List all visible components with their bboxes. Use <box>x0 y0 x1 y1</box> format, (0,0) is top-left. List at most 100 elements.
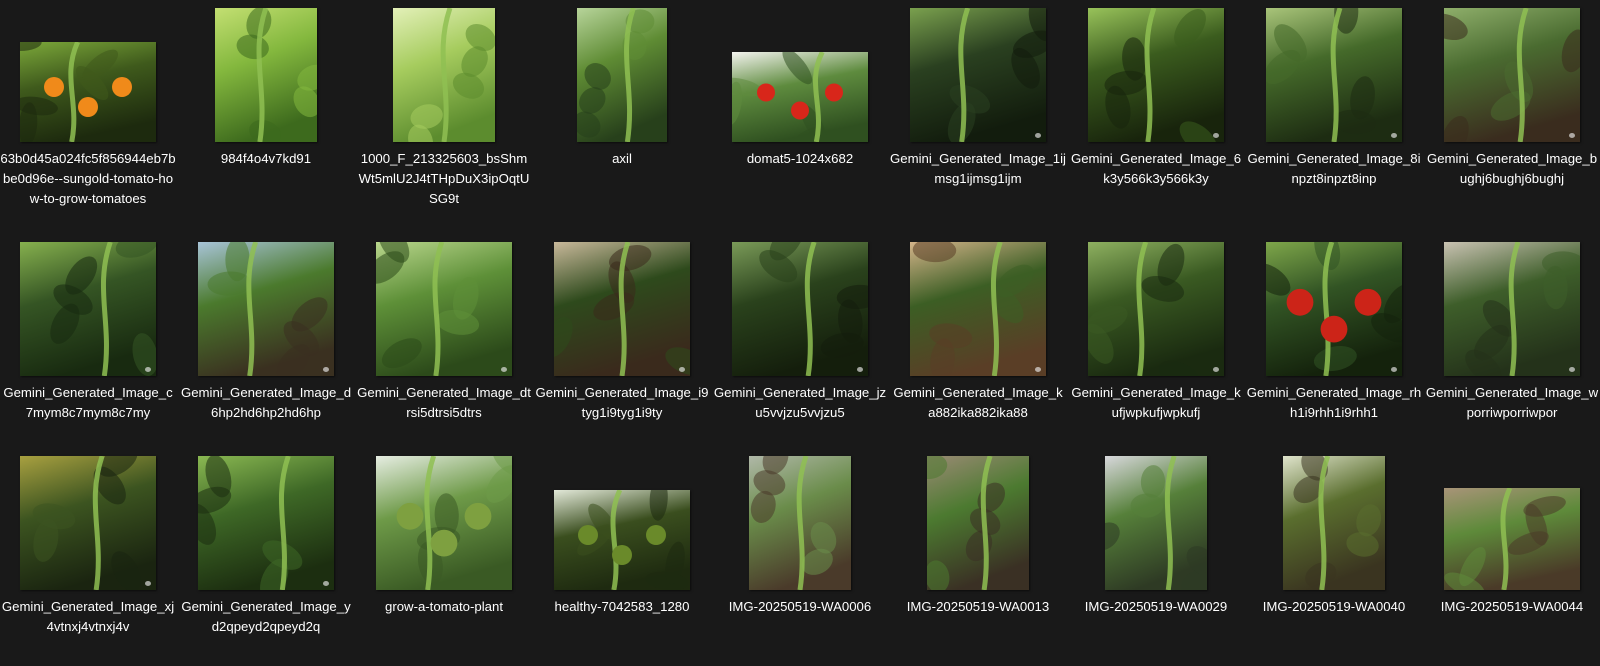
file-item[interactable]: Gemini_Generated_Image_d6hp2hd6hp2hd6hp <box>178 234 354 452</box>
thumbnail-frame <box>1246 0 1422 142</box>
image-thumbnail-icon[interactable] <box>376 242 512 376</box>
file-item[interactable]: IMG-20250519-WA0029 <box>1068 448 1244 666</box>
file-name[interactable]: Gemini_Generated_Image_d6hp2hd6hp2hd6hp <box>178 383 354 423</box>
file-item[interactable]: 984f4o4v7kd91 <box>178 0 354 218</box>
file-item[interactable]: IMG-20250519-WA0006 <box>712 448 888 666</box>
file-item[interactable]: IMG-20250519-WA0013 <box>890 448 1066 666</box>
file-name[interactable]: Gemini_Generated_Image_kufjwpkufjwpkufj <box>1068 383 1244 423</box>
watermark-icon <box>323 367 329 372</box>
file-item[interactable]: grow-a-tomato-plant <box>356 448 532 666</box>
thumbnail-frame <box>0 234 176 376</box>
file-name[interactable]: Gemini_Generated_Image_rhh1i9rhh1i9rhh1 <box>1246 383 1422 423</box>
file-item[interactable]: Gemini_Generated_Image_xj4vtnxj4vtnxj4v <box>0 448 176 666</box>
file-name[interactable]: Gemini_Generated_Image_8inpzt8inpzt8inp <box>1246 149 1422 189</box>
file-name[interactable]: Gemini_Generated_Image_dtrsi5dtrsi5dtrs <box>356 383 532 423</box>
image-thumbnail-icon[interactable] <box>1266 242 1402 376</box>
image-thumbnail-icon[interactable] <box>20 42 156 142</box>
image-thumbnail-icon[interactable] <box>1105 456 1207 590</box>
file-name[interactable]: IMG-20250519-WA0044 <box>1424 597 1600 617</box>
watermark-icon <box>1391 367 1397 372</box>
file-name[interactable]: domat5-1024x682 <box>712 149 888 169</box>
image-thumbnail-icon[interactable] <box>927 456 1029 590</box>
image-thumbnail-icon[interactable] <box>20 456 156 590</box>
file-item[interactable]: Gemini_Generated_Image_c7mym8c7mym8c7my <box>0 234 176 452</box>
file-name[interactable]: Gemini_Generated_Image_1ijmsg1ijmsg1ijm <box>890 149 1066 189</box>
thumbnail-frame <box>178 448 354 590</box>
image-thumbnail-icon[interactable] <box>749 456 851 590</box>
watermark-icon <box>1569 367 1575 372</box>
file-item[interactable]: Gemini_Generated_Image_6k3y566k3y566k3y <box>1068 0 1244 218</box>
image-thumbnail-icon[interactable] <box>910 242 1046 376</box>
file-name[interactable]: Gemini_Generated_Image_i9tyg1i9tyg1i9ty <box>534 383 710 423</box>
thumbnail-frame <box>534 234 710 376</box>
file-item[interactable]: Gemini_Generated_Image_8inpzt8inpzt8inp <box>1246 0 1422 218</box>
file-name[interactable]: 63b0d45a024fc5f856944eb7bbe0d96e--sungol… <box>0 149 176 209</box>
file-item[interactable]: Gemini_Generated_Image_bughj6bughj6bughj <box>1424 0 1600 218</box>
file-item[interactable]: Gemini_Generated_Image_kufjwpkufjwpkufj <box>1068 234 1244 452</box>
file-name[interactable]: 1000_F_213325603_bsShmWt5mlU2J4tTHpDuX3i… <box>356 149 532 209</box>
image-thumbnail-icon[interactable] <box>1088 242 1224 376</box>
image-thumbnail-icon[interactable] <box>554 490 690 590</box>
file-item[interactable]: Gemini_Generated_Image_rhh1i9rhh1i9rhh1 <box>1246 234 1422 452</box>
thumbnail-frame <box>1246 448 1422 590</box>
file-item[interactable]: Gemini_Generated_Image_jzu5vvjzu5vvjzu5 <box>712 234 888 452</box>
file-name[interactable]: Gemini_Generated_Image_yd2qpeyd2qpeyd2q <box>178 597 354 637</box>
image-thumbnail-icon[interactable] <box>1444 488 1580 590</box>
file-name[interactable]: Gemini_Generated_Image_6k3y566k3y566k3y <box>1068 149 1244 189</box>
file-item[interactable]: axil <box>534 0 710 218</box>
image-thumbnail-icon[interactable] <box>198 456 334 590</box>
thumbnail-frame <box>1424 0 1600 142</box>
image-thumbnail-icon[interactable] <box>215 8 317 142</box>
watermark-icon <box>1035 367 1041 372</box>
file-item[interactable]: domat5-1024x682 <box>712 0 888 218</box>
file-name[interactable]: Gemini_Generated_Image_c7mym8c7mym8c7my <box>0 383 176 423</box>
image-thumbnail-icon[interactable] <box>20 242 156 376</box>
thumbnail-frame <box>356 234 532 376</box>
image-thumbnail-icon[interactable] <box>732 52 868 142</box>
file-name[interactable]: IMG-20250519-WA0029 <box>1068 597 1244 617</box>
image-thumbnail-icon[interactable] <box>1266 8 1402 142</box>
image-thumbnail-icon[interactable] <box>393 8 495 142</box>
image-thumbnail-icon[interactable] <box>910 8 1046 142</box>
file-name[interactable]: Gemini_Generated_Image_xj4vtnxj4vtnxj4v <box>0 597 176 637</box>
thumbnail-frame <box>890 234 1066 376</box>
file-name[interactable]: Gemini_Generated_Image_bughj6bughj6bughj <box>1424 149 1600 189</box>
file-item[interactable]: 1000_F_213325603_bsShmWt5mlU2J4tTHpDuX3i… <box>356 0 532 218</box>
file-name[interactable]: IMG-20250519-WA0013 <box>890 597 1066 617</box>
image-thumbnail-icon[interactable] <box>732 242 868 376</box>
file-name[interactable]: axil <box>534 149 710 169</box>
thumbnail-frame <box>890 0 1066 142</box>
thumbnail-frame <box>534 0 710 142</box>
file-name[interactable]: IMG-20250519-WA0040 <box>1246 597 1422 617</box>
file-name[interactable]: Gemini_Generated_Image_jzu5vvjzu5vvjzu5 <box>712 383 888 423</box>
file-item[interactable]: 63b0d45a024fc5f856944eb7bbe0d96e--sungol… <box>0 0 176 218</box>
watermark-icon <box>501 367 507 372</box>
image-thumbnail-icon[interactable] <box>376 456 512 590</box>
file-name[interactable]: grow-a-tomato-plant <box>356 597 532 617</box>
file-item[interactable]: IMG-20250519-WA0044 <box>1424 448 1600 666</box>
watermark-icon <box>145 367 151 372</box>
watermark-icon <box>1391 133 1397 138</box>
file-name[interactable]: IMG-20250519-WA0006 <box>712 597 888 617</box>
image-thumbnail-icon[interactable] <box>577 8 667 142</box>
file-item[interactable]: Gemini_Generated_Image_ka882ika882ika88 <box>890 234 1066 452</box>
image-thumbnail-icon[interactable] <box>198 242 334 376</box>
image-thumbnail-icon[interactable] <box>1444 8 1580 142</box>
image-thumbnail-icon[interactable] <box>1283 456 1385 590</box>
file-item[interactable]: Gemini_Generated_Image_i9tyg1i9tyg1i9ty <box>534 234 710 452</box>
file-name[interactable]: healthy-7042583_1280 <box>534 597 710 617</box>
image-thumbnail-icon[interactable] <box>1444 242 1580 376</box>
file-item[interactable]: Gemini_Generated_Image_1ijmsg1ijmsg1ijm <box>890 0 1066 218</box>
watermark-icon <box>1213 367 1219 372</box>
file-name[interactable]: Gemini_Generated_Image_ka882ika882ika88 <box>890 383 1066 423</box>
image-thumbnail-icon[interactable] <box>554 242 690 376</box>
file-item[interactable]: Gemini_Generated_Image_wporriwporriwpor <box>1424 234 1600 452</box>
file-name[interactable]: 984f4o4v7kd91 <box>178 149 354 169</box>
image-thumbnail-icon[interactable] <box>1088 8 1224 142</box>
file-item[interactable]: IMG-20250519-WA0040 <box>1246 448 1422 666</box>
file-name[interactable]: Gemini_Generated_Image_wporriwporriwpor <box>1424 383 1600 423</box>
file-item[interactable]: healthy-7042583_1280 <box>534 448 710 666</box>
file-item[interactable]: Gemini_Generated_Image_yd2qpeyd2qpeyd2q <box>178 448 354 666</box>
file-item[interactable]: Gemini_Generated_Image_dtrsi5dtrsi5dtrs <box>356 234 532 452</box>
thumbnail-frame <box>1068 0 1244 142</box>
